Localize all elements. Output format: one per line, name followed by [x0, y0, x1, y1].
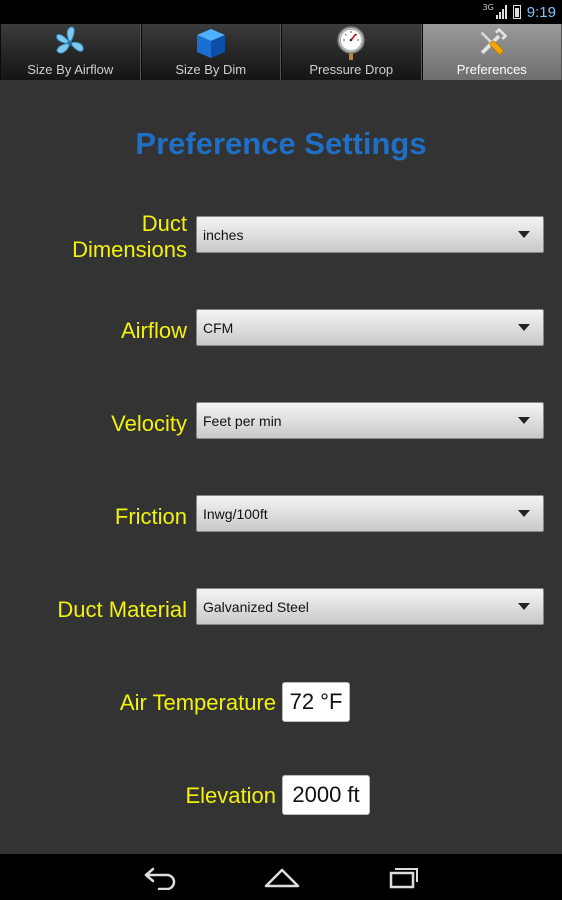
duct-material-label: Duct Material [57, 597, 187, 622]
duct-dimensions-label-line1: Duct [141, 211, 187, 236]
recent-apps-icon[interactable] [382, 864, 422, 890]
elevation-input[interactable]: 2000 ft [282, 775, 370, 815]
duct-material-value: Galvanized Steel [203, 598, 309, 615]
air-temperature-input[interactable]: 72 °F [282, 682, 350, 722]
clock: 9:19 [526, 3, 556, 21]
pressure-gauge-icon [337, 26, 365, 60]
tab-preferences[interactable]: Preferences [421, 24, 562, 80]
navigation-bar [0, 854, 562, 900]
dropdown-arrow-icon [518, 417, 530, 424]
tab-size-by-airflow[interactable]: Size By Airflow [0, 24, 141, 80]
network-type: 3G [482, 2, 494, 12]
tab-label: Size By Airflow [27, 62, 114, 77]
tab-pressure-drop[interactable]: Pressure Drop [281, 24, 422, 80]
air-temperature-label: Air Temperature [119, 690, 276, 715]
duct-dimensions-label: Duct Dimensions [72, 211, 187, 263]
cube-icon [196, 29, 225, 58]
velocity-select[interactable]: Feet per min [196, 402, 544, 439]
airflow-value: CFM [203, 319, 234, 336]
dropdown-arrow-icon [518, 510, 530, 517]
velocity-label: Velocity [111, 411, 187, 436]
dropdown-arrow-icon [518, 231, 530, 238]
status-bar: 3G 9:19 [0, 0, 562, 24]
duct-dimensions-value: inches [203, 226, 244, 243]
back-icon[interactable] [141, 864, 181, 890]
page-title: Preference Settings [135, 126, 427, 161]
friction-label: Friction [114, 504, 187, 529]
airflow-label: Airflow [120, 318, 187, 343]
tab-size-by-dim[interactable]: Size By Dim [140, 24, 281, 80]
friction-value: Inwg/100ft [203, 505, 268, 522]
home-icon[interactable] [262, 864, 302, 890]
tab-bar: Size By Airflow Size By Dim Pressure Dro… [0, 24, 562, 80]
velocity-value: Feet per min [203, 412, 282, 429]
battery-icon [512, 5, 521, 19]
duct-dimensions-select[interactable]: inches [196, 216, 544, 253]
friction-select[interactable]: Inwg/100ft [196, 495, 544, 532]
elevation-label: Elevation [185, 783, 276, 808]
tools-icon [479, 27, 508, 55]
tab-label: Preferences [456, 62, 527, 77]
dropdown-arrow-icon [518, 324, 530, 331]
duct-dimensions-label-line2: Dimensions [72, 237, 187, 262]
fan-icon [56, 26, 84, 54]
signal-icon [495, 5, 507, 19]
tab-label: Size By Dim [175, 62, 247, 77]
airflow-select[interactable]: CFM [196, 309, 544, 346]
status-icons: 3G 9:19 [483, 0, 557, 24]
tab-label: Pressure Drop [309, 62, 394, 77]
dropdown-arrow-icon [518, 603, 530, 610]
duct-material-select[interactable]: Galvanized Steel [196, 588, 544, 625]
